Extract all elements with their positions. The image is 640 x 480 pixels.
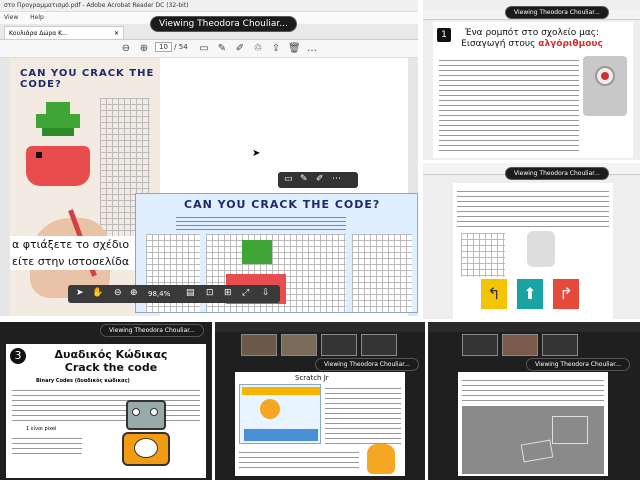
participant-video-1 — [241, 334, 277, 356]
document-page: CAN YOU CRACK THE CODE? α φτιάξετε το σχ… — [10, 58, 418, 316]
pixel-tree-drawing — [26, 94, 90, 214]
scratch-bottom-text — [239, 448, 359, 472]
bottom-right-pane: Viewing Theodora Chouliar... — [428, 322, 640, 480]
slide-title-line-1: Ένα ρομπότ στο σχολείο μας: — [464, 28, 600, 38]
fullscreen-icon[interactable]: ⤢ — [242, 288, 249, 298]
zoom-out-icon[interactable]: ⊖ — [114, 288, 122, 298]
delete-icon[interactable]: 🗑 — [288, 43, 301, 55]
bottom-mid-pane: Viewing Theodora Chouliar... Scratch Jr — [215, 322, 425, 480]
page-controls-toolbar: ➤ ✋ ⊖ ⊕ 98,4% ▤ ⊡ ⊞ ⤢ ⇩ — [68, 285, 280, 303]
reader-toolbar: ⊖ ⊕ 10 / 54 ▭ ✎ ✐ ♲ ⇪ 🗑 … — [0, 40, 418, 58]
page-view-icon[interactable]: ▤ — [186, 288, 195, 298]
viewing-banner-main: Viewing Theodora Chouliar... — [150, 16, 297, 32]
scratch-screenshot — [239, 384, 321, 444]
close-tab-icon[interactable]: ✕ — [114, 30, 119, 37]
slide-title-line-2: Εισαγωγή στους — [461, 39, 536, 49]
bottom-left-pane: Viewing Theodora Chouliar... 3 Δυαδικός … — [0, 322, 212, 480]
slide-title-highlight: αλγόριθμους — [538, 39, 603, 49]
viewing-banner-right-mid: Viewing Theodora Chouliar... — [505, 167, 609, 180]
slide-mid-text — [457, 187, 609, 227]
chalk-drawing-photo — [462, 406, 604, 474]
viewing-banner-bottom-left: Viewing Theodora Chouliar... — [100, 324, 204, 337]
stamp-icon[interactable]: ♲ — [252, 43, 264, 55]
document-tab[interactable]: Κουλιάρα Δώρα Κ... ✕ — [4, 26, 124, 39]
pen-icon[interactable]: ✎ — [216, 43, 228, 55]
bullet-binary-codes: Binary Codes (δυαδικός κώδικας) — [36, 378, 130, 384]
scratch-title: Scratch Jr — [295, 374, 329, 382]
robot-character-image — [527, 231, 555, 267]
viewing-banner-bottom-right: Viewing Theodora Chouliar... — [526, 358, 630, 371]
document-area[interactable]: CAN YOU CRACK THE CODE? α φτιάξετε το σχ… — [0, 58, 418, 316]
zoom-level[interactable]: 98,4% — [148, 290, 170, 298]
menu-item-help[interactable]: Help — [30, 14, 44, 21]
select-cursor-icon[interactable]: ➤ — [76, 288, 84, 298]
slide-title-right-top: Ένα ρομπότ στο σχολείο μας: Εισαγωγή στο… — [457, 28, 607, 50]
arrow-card-yellow: ↰ — [481, 279, 507, 309]
menu-item-view[interactable]: View — [4, 14, 18, 21]
scratch-cat-icon — [367, 444, 395, 474]
grid-board-image — [461, 233, 505, 277]
slide-number-badge: 1 — [437, 28, 451, 42]
page-current[interactable]: 10 — [155, 42, 172, 52]
right-mid-pane: Viewing Theodora Chouliar... ↰ ⬆ ↱ — [423, 163, 640, 319]
slide-bl-body-2 — [12, 434, 82, 458]
arrow-card-red: ↱ — [553, 279, 579, 309]
comment-icon[interactable]: ▭ — [198, 43, 210, 55]
robot-photo — [583, 56, 627, 116]
window-titlebar: στο Προγραμματισμό.pdf - Adobe Acrobat R… — [0, 0, 418, 12]
text-selection-toolbar: ▭ ✎ ✐ ⋯ — [278, 172, 358, 188]
page-total: / 54 — [174, 43, 188, 51]
slide-right-top: 1 Ένα ρομπότ στο σχολείο μας: Εισαγωγή σ… — [433, 22, 633, 158]
window-title: στο Προγραμματισμό.pdf - Adobe Acrobat R… — [4, 2, 189, 9]
slide-right-mid: ↰ ⬆ ↱ — [453, 183, 613, 319]
arrow-card-teal: ⬆ — [517, 279, 543, 309]
slide-bottom-left: 3 Δυαδικός Κώδικας Crack the code Binary… — [6, 344, 206, 478]
viewing-banner-bottom-mid: Viewing Theodora Chouliar... — [315, 358, 419, 371]
worksheet-instructions — [176, 214, 346, 230]
slide-br-text — [462, 376, 604, 402]
bullet-pixel: 1 είναι pixel — [26, 426, 57, 432]
participant-video-7 — [542, 334, 578, 356]
worksheet-title-left: CAN YOU CRACK THE CODE? — [20, 68, 155, 90]
meet-toolbar-right — [428, 322, 640, 332]
slide-bottom-right — [458, 372, 608, 476]
next-page-icon[interactable]: ⊕ — [138, 43, 150, 55]
document-tab-label: Κουλιάρα Δώρα Κ... — [9, 30, 68, 37]
fit-width-icon[interactable]: ⊞ — [224, 288, 232, 298]
scratch-text — [325, 384, 401, 444]
highlight-tool-icon[interactable]: ✎ — [300, 174, 308, 184]
more-tool-icon[interactable]: ⋯ — [332, 174, 341, 184]
pen-tool-icon[interactable]: ✐ — [316, 174, 324, 184]
participant-video-4 — [361, 334, 397, 356]
more-icon[interactable]: … — [306, 43, 318, 55]
page-indicator[interactable]: 10 / 54 — [155, 42, 188, 52]
download-icon[interactable]: ⇩ — [262, 288, 270, 298]
hand-tool-icon[interactable]: ✋ — [92, 288, 103, 298]
viewing-banner-right-top: Viewing Theodora Chouliar... — [505, 6, 609, 19]
zoom-in-icon[interactable]: ⊕ — [130, 288, 138, 298]
slide-title-line-2: Crack the code — [64, 361, 158, 374]
worksheet-title-right: CAN YOU CRACK THE CODE? — [184, 198, 381, 211]
code-grid-right-2 — [352, 234, 412, 312]
slide-body-text — [439, 56, 579, 152]
slide-title-line-1: Δυαδικός Κώδικας — [54, 348, 168, 361]
right-top-pane: Viewing Theodora Chouliar... 1 Ένα ρομπό… — [423, 0, 640, 160]
fit-page-icon[interactable]: ⊡ — [206, 288, 214, 298]
slide-bottom-mid: Scratch Jr — [235, 372, 405, 476]
slide-number-badge-3: 3 — [10, 348, 26, 364]
slide-title-bottom-left: Δυαδικός Κώδικας Crack the code — [46, 348, 176, 374]
comment-tool-icon[interactable]: ▭ — [284, 174, 293, 184]
highlight-icon[interactable]: ✐ — [234, 43, 246, 55]
participant-video-3 — [321, 334, 357, 356]
meet-toolbar — [215, 322, 425, 332]
prev-page-icon[interactable]: ⊖ — [120, 43, 132, 55]
share-icon[interactable]: ⇪ — [270, 43, 282, 55]
participant-video-5 — [462, 334, 498, 356]
mouse-cursor-icon: ➤ — [252, 148, 261, 159]
main-screen-pane: στο Προγραμματισμό.pdf - Adobe Acrobat R… — [0, 0, 418, 316]
robot-illustration — [116, 400, 176, 474]
participant-video-2 — [281, 334, 317, 356]
participant-video-6 — [502, 334, 538, 356]
